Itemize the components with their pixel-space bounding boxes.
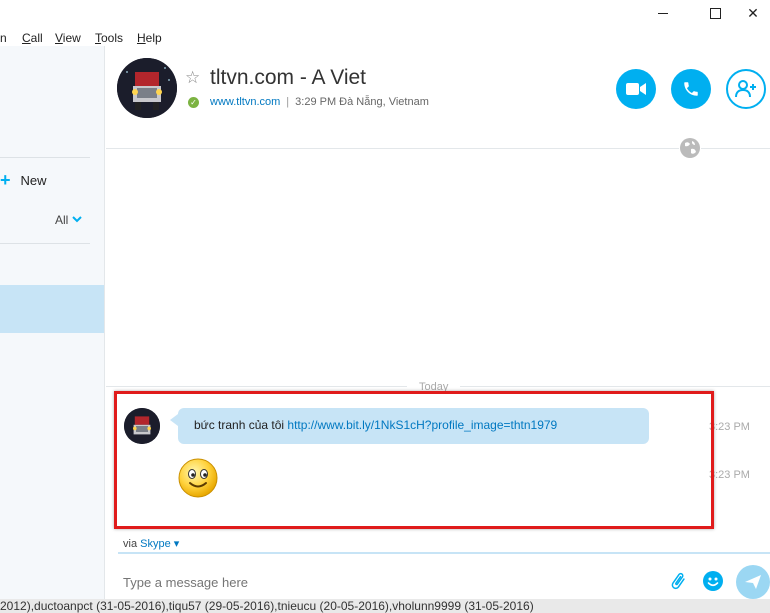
message-timestamp: 3:23 PM: [709, 421, 750, 433]
via-service: Skype: [140, 538, 171, 550]
header-divider: [106, 148, 770, 149]
menu-item-tools[interactable]: Tools: [95, 31, 123, 45]
new-label: New: [20, 173, 47, 188]
contact-local-time: 3:29 PM Đà Nẵng, Vietnam: [295, 96, 429, 108]
title-bar: ✕: [0, 0, 770, 26]
highlight-box: [114, 391, 714, 529]
online-status-icon: ✓: [188, 97, 199, 108]
favorite-star-icon[interactable]: ☆: [185, 68, 200, 88]
contact-subtitle: www.tltvn.com | 3:29 PM Đà Nẵng, Vietnam: [210, 96, 429, 108]
plus-icon: +: [0, 170, 11, 190]
filter-label: All: [55, 213, 69, 227]
caret-down-icon: ▾: [173, 538, 180, 550]
message-input[interactable]: [123, 575, 523, 590]
video-call-button[interactable]: [616, 69, 656, 109]
contact-website-link[interactable]: www.tltvn.com: [210, 96, 280, 108]
menu-accel-view: V: [55, 31, 63, 45]
menu-item-view[interactable]: View: [55, 31, 81, 45]
menu-accel-call: C: [22, 31, 31, 45]
add-contact-icon: [735, 80, 756, 98]
menu-item-conversations[interactable]: n: [0, 31, 7, 45]
sidebar-divider: [0, 157, 90, 158]
send-button[interactable]: [736, 565, 770, 599]
via-label: via: [123, 538, 138, 550]
chevron-down-icon: [72, 215, 83, 226]
globe-icon[interactable]: [679, 137, 701, 159]
sidebar-item-selected-conversation[interactable]: [0, 285, 104, 333]
menu-item-call[interactable]: Call: [22, 31, 43, 45]
sidebar: + New All: [0, 46, 105, 613]
composer-divider: [118, 552, 770, 554]
minimize-button[interactable]: [640, 0, 686, 26]
filter-dropdown[interactable]: All: [55, 213, 83, 227]
sidebar-divider: [0, 243, 90, 244]
minimize-icon: [658, 12, 668, 14]
new-conversation-button[interactable]: + New: [0, 170, 47, 191]
send-icon: [745, 575, 761, 589]
menu-accel-tools: T: [95, 31, 101, 45]
audio-call-button[interactable]: [671, 69, 711, 109]
add-contact-button[interactable]: [726, 69, 766, 109]
contact-name: tltvn.com - A Viet: [210, 66, 367, 89]
maximize-icon: [709, 7, 721, 19]
phone-icon: [684, 82, 698, 96]
contact-avatar[interactable]: [117, 58, 177, 118]
attachment-icon[interactable]: [668, 571, 688, 591]
background-window-text: 2012),ductoanpct (31-05-2016),tiqu57 (29…: [0, 599, 770, 613]
emoticon-picker-icon[interactable]: [702, 570, 724, 592]
subtitle-separator: |: [286, 96, 290, 108]
message-timestamp: 3:23 PM: [709, 469, 750, 481]
menu-item-help[interactable]: Help: [137, 31, 162, 45]
menu-accel-help: H: [137, 31, 146, 45]
video-call-icon: [626, 83, 646, 95]
close-icon: ✕: [747, 4, 759, 21]
close-button[interactable]: ✕: [730, 0, 770, 26]
send-via-selector[interactable]: via Skype ▾: [123, 537, 179, 550]
